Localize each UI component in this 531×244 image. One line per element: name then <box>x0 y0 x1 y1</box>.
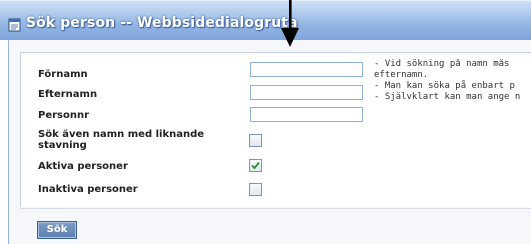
dialog-title: Sök person -- Webbsidedialogruta <box>26 15 298 31</box>
window-page-icon <box>8 17 22 32</box>
dialog-titlebar[interactable]: Sök person -- Webbsidedialogruta <box>0 0 531 40</box>
checkmark-icon <box>251 161 260 170</box>
similar-spelling-checkbox[interactable] <box>249 134 262 147</box>
inactive-persons-label: Inaktiva personer <box>38 184 138 195</box>
last-name-label: Efternamn <box>38 89 98 100</box>
personal-number-label: Personnr <box>38 110 90 121</box>
last-name-input[interactable] <box>250 85 363 100</box>
form-divider <box>20 208 531 209</box>
inactive-persons-checkbox[interactable] <box>249 183 262 196</box>
search-button[interactable]: Sök <box>37 221 77 239</box>
active-persons-label: Aktiva personer <box>38 161 128 172</box>
search-help-text: - Vid sökning på namn mås efternamn. - M… <box>374 59 521 102</box>
active-persons-checkbox[interactable] <box>249 159 262 172</box>
similar-spelling-label-line2: stavning <box>38 140 87 151</box>
first-name-label: Förnamn <box>38 69 88 80</box>
down-arrow-icon <box>281 0 299 47</box>
personal-number-input[interactable] <box>250 107 363 122</box>
first-name-input[interactable] <box>250 62 363 77</box>
similar-spelling-label-line1: Sök även namn med liknande <box>38 129 205 140</box>
